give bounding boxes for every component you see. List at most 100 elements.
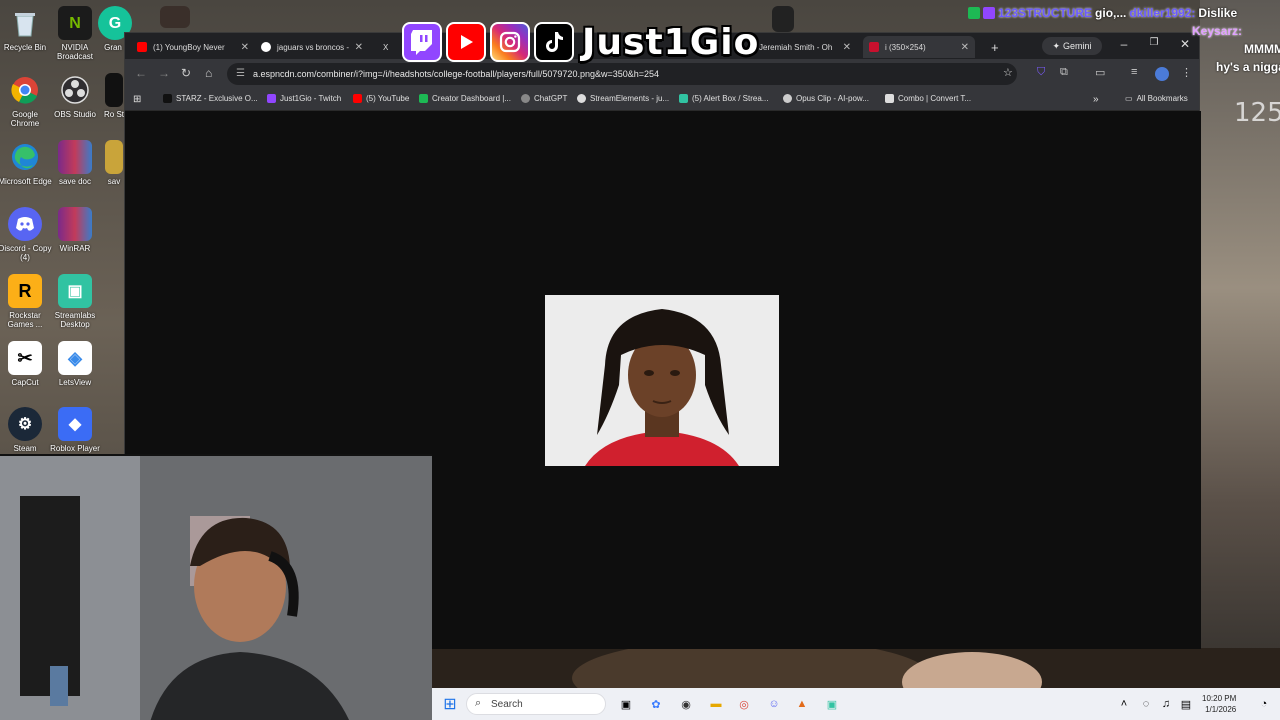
steam-icon: ⚙ bbox=[8, 407, 42, 441]
webcam-feed bbox=[0, 454, 432, 720]
desktop-icon-recycle-bin[interactable]: Recycle Bin bbox=[0, 6, 52, 52]
streamlabs-icon: ▣ bbox=[58, 274, 92, 308]
stream-chat-overlay: 123STRUCTURE gio,... dkiller1992: Dislik… bbox=[968, 4, 1280, 76]
bookmark-opus-clip[interactable]: Opus Clip - AI-pow... bbox=[783, 94, 869, 103]
instagram-icon bbox=[490, 22, 530, 62]
start-menu-icon[interactable]: ⊞ bbox=[442, 696, 458, 713]
chrome-taskbar-icon[interactable]: ◎ bbox=[736, 696, 752, 712]
close-tab-icon[interactable]: ✕ bbox=[241, 42, 249, 53]
bookmark-chatgpt[interactable]: ChatGPT bbox=[521, 94, 567, 103]
url-text: a.espncdn.com/combiner/i?img=/i/headshot… bbox=[253, 69, 660, 79]
google-favicon-icon bbox=[261, 42, 271, 52]
desktop-icon-roblox-player[interactable]: ◆ Roblox Player bbox=[48, 407, 102, 453]
site-info-icon[interactable]: ☰ bbox=[236, 68, 245, 79]
desktop-icon-game[interactable] bbox=[156, 6, 194, 31]
headshot-photo bbox=[545, 295, 779, 466]
apps-grid-icon[interactable]: ⊞ bbox=[133, 94, 141, 105]
desktop-icon-steam[interactable]: ⚙ Steam bbox=[0, 407, 52, 453]
edge-icon bbox=[8, 140, 42, 174]
desktop-icon-sav[interactable]: sav bbox=[104, 140, 124, 186]
close-tab-icon[interactable]: ✕ bbox=[355, 42, 363, 53]
tiktok-icon bbox=[534, 22, 574, 62]
desktop-icon-microsoft-edge[interactable]: Microsoft Edge bbox=[0, 140, 52, 186]
tab-active-image[interactable]: i (350×254) ✕ bbox=[863, 36, 975, 58]
bookmark-streamelements[interactable]: StreamElements - ju... bbox=[577, 94, 669, 103]
desktop-icon-obs-studio[interactable]: OBS Studio bbox=[48, 73, 102, 119]
chat-line: 123STRUCTURE gio,... dkiller1992: Dislik… bbox=[968, 4, 1280, 22]
discord-taskbar-icon[interactable]: ☺ bbox=[766, 696, 782, 712]
streamlabs-taskbar-icon[interactable]: ▣ bbox=[824, 696, 840, 712]
bookmarks-bar: ⊞ STARZ - Exclusive O... Just1Gio - Twit… bbox=[125, 89, 1199, 111]
url-bar[interactable]: ☰ a.espncdn.com/combiner/i?img=/i/headsh… bbox=[227, 63, 1017, 85]
desktop-icon-capcut[interactable]: ✂ CapCut bbox=[0, 341, 52, 387]
document-icon bbox=[772, 6, 794, 32]
winrar-archive-icon bbox=[58, 140, 92, 174]
archive-icon bbox=[105, 140, 123, 174]
search-icon: ⌕ bbox=[475, 697, 482, 709]
windows-taskbar: ⊞ ⌕ Search ▣ ✿ ◉ ▬ ◎ ☺ ▲ ▣ ˄ ◌ ♫ ▤ 10:20… bbox=[432, 688, 1280, 720]
chatgpt-icon bbox=[521, 94, 530, 103]
chat-username: 123STRUCTURE bbox=[998, 6, 1093, 20]
forward-icon[interactable]: → bbox=[158, 66, 170, 80]
espn-favicon-icon bbox=[869, 42, 879, 52]
bookmark-combo[interactable]: Combo | Convert T... bbox=[885, 94, 971, 103]
home-icon[interactable]: ⌂ bbox=[205, 66, 212, 80]
streamer-name: Just1Gio bbox=[582, 21, 760, 63]
desktop-icon-winrar[interactable]: WinRAR bbox=[48, 207, 102, 253]
all-bookmarks-button[interactable]: ▭ All Bookmarks bbox=[1125, 94, 1188, 103]
combo-icon bbox=[885, 94, 894, 103]
desktop-icon-nvidia-broadcast[interactable]: N NVIDIA Broadcast bbox=[48, 6, 102, 61]
letsview-icon: ◈ bbox=[58, 341, 92, 375]
desktop-icon-streamlabs[interactable]: ▣ Streamlabs Desktop bbox=[48, 274, 102, 329]
back-icon[interactable]: ← bbox=[135, 66, 147, 80]
tray-volume-icon[interactable]: ♫ bbox=[1158, 696, 1174, 712]
more-bookmarks-icon[interactable]: » bbox=[1093, 94, 1099, 105]
reload-icon[interactable]: ↻ bbox=[181, 66, 191, 80]
badge-icon bbox=[968, 7, 980, 19]
chat-line: Keysarz: bbox=[968, 22, 1280, 40]
desktop-icon-letsview[interactable]: ◈ LetsView bbox=[48, 341, 102, 387]
recycle-bin-icon bbox=[8, 6, 42, 40]
bookmark-starz[interactable]: STARZ - Exclusive O... bbox=[163, 94, 258, 103]
taskbar-clock[interactable]: 10:20 PM 1/1/2026 bbox=[1202, 693, 1236, 715]
desktop-icon-doc[interactable] bbox=[768, 6, 798, 35]
bookmark-alert-box[interactable]: (5) Alert Box / Strea... bbox=[679, 94, 768, 103]
tab-jaguars-broncos[interactable]: jaguars vs broncos - ✕ bbox=[255, 36, 369, 58]
twitch-badge-icon bbox=[983, 7, 995, 19]
tab-youngboy[interactable]: (1) YoungBoy Never ✕ bbox=[131, 36, 255, 58]
copilot-icon[interactable]: ✿ bbox=[648, 696, 664, 712]
folder-icon: ▭ bbox=[1125, 94, 1133, 103]
notification-bell-icon[interactable]: ◔ bbox=[1256, 696, 1272, 712]
chat-line: hy's a niggas bbox=[968, 58, 1280, 76]
file-explorer-icon[interactable]: ▬ bbox=[708, 696, 724, 712]
tab-jeremiah-smith[interactable]: Jeremiah Smith - Oh ✕ bbox=[753, 36, 857, 58]
game-thumbnail-icon bbox=[160, 6, 190, 28]
tray-network-icon[interactable]: ▤ bbox=[1178, 696, 1194, 712]
nvidia-icon: N bbox=[58, 6, 92, 40]
app-icon bbox=[105, 73, 123, 107]
bookmark-creator-dashboard[interactable]: Creator Dashboard |... bbox=[419, 94, 511, 103]
app-taskbar-icon[interactable]: ▲ bbox=[794, 696, 810, 712]
desktop-icon-save-doc[interactable]: save doc bbox=[48, 140, 102, 186]
stream-overlay-banner: Just1Gio bbox=[402, 20, 759, 64]
tray-app-icon[interactable]: ◌ bbox=[1138, 696, 1154, 712]
capcut-icon: ✂ bbox=[8, 341, 42, 375]
bookmark-youtube[interactable]: (5) YouTube bbox=[353, 94, 409, 103]
tray-chevron-icon[interactable]: ˄ bbox=[1116, 696, 1132, 712]
desktop-icon-ro-st[interactable]: Ro St bbox=[104, 73, 124, 119]
twitch-icon bbox=[402, 22, 442, 62]
streamlabs-favicon-icon bbox=[679, 94, 688, 103]
desktop-icon-rockstar-games[interactable]: R Rockstar Games ... bbox=[0, 274, 52, 329]
winrar-icon bbox=[58, 207, 92, 241]
task-view-icon[interactable]: ▣ bbox=[618, 696, 634, 712]
youtube-favicon-icon bbox=[137, 42, 147, 52]
desktop-icon-google-chrome[interactable]: Google Chrome bbox=[0, 73, 52, 128]
chat-line: MMMMMM bbox=[968, 40, 1280, 58]
close-tab-icon[interactable]: ✕ bbox=[843, 42, 851, 53]
taskbar-search-input[interactable]: ⌕ Search bbox=[466, 693, 606, 715]
obs-taskbar-icon[interactable]: ◉ bbox=[678, 696, 694, 712]
bookmark-twitch[interactable]: Just1Gio - Twitch bbox=[267, 94, 341, 103]
player-headshot-image[interactable] bbox=[545, 295, 779, 466]
desktop-icon-discord[interactable]: Discord - Copy (4) bbox=[0, 207, 52, 262]
chat-message: MMMMMM bbox=[1244, 42, 1280, 56]
